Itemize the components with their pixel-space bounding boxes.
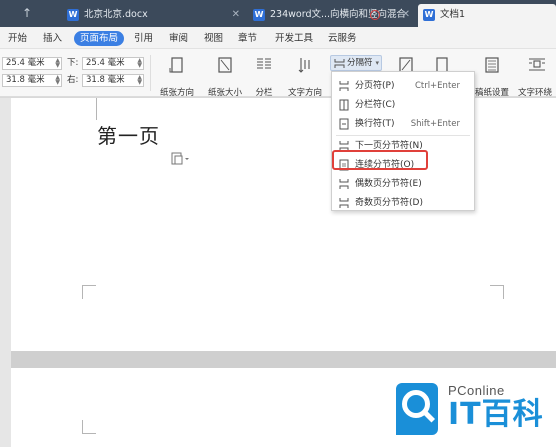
tab-document-3[interactable]: W 文档1: [418, 4, 556, 27]
text-direction-label: 文字方向: [287, 88, 322, 98]
text-direction-button[interactable]: 文字方向: [283, 56, 327, 98]
orientation-button[interactable]: 纸张方向: [153, 56, 201, 98]
page-break-icon: [334, 59, 345, 68]
text-wrap-icon: [529, 58, 545, 71]
text-wrap-button[interactable]: 文字环绕: [518, 56, 556, 98]
spinner-icon[interactable]: ▲ ▼: [55, 75, 60, 86]
column-break-item[interactable]: 分栏符(C): [332, 96, 474, 114]
spinner-icon[interactable]: ▲ ▼: [55, 58, 60, 69]
watermark-brand: PConline: [448, 383, 505, 398]
margin-corner-mark: [82, 285, 96, 299]
margin-corner-mark: [83, 98, 97, 120]
top-margin-value: 25.4 毫米: [6, 58, 45, 68]
orientation-label: 纸张方向: [159, 88, 194, 98]
margin-corner-mark: [490, 285, 504, 299]
menu-item-label: 换行符(T): [355, 119, 395, 129]
menu-item-label: 奇数页分节符(D): [355, 198, 423, 208]
spinner-icon[interactable]: ▲ ▼: [137, 58, 142, 69]
tab-label: 234word文...向横向和竖向混合: [270, 9, 407, 20]
shortcut-label: Shift+Enter: [410, 119, 460, 129]
even-page-section-break-item[interactable]: 偶数页分节符(E): [332, 175, 474, 193]
magnifier-logo-icon: [396, 383, 438, 435]
manuscript-label: 稿纸设置: [474, 88, 509, 98]
paper-orientation-icon: [169, 57, 183, 73]
text-direction-icon: [298, 58, 310, 73]
odd-page-break-icon: [339, 198, 349, 208]
right-margin-label: 右:: [67, 75, 79, 85]
watermark-title: IT百科: [448, 397, 544, 432]
menu-home[interactable]: 开始: [8, 31, 27, 46]
close-icon[interactable]: ✕: [402, 4, 410, 26]
menu-item-label: 分栏符(C): [355, 100, 396, 110]
menu-developer[interactable]: 开发工具: [275, 31, 313, 46]
right-margin-value: 31.8 毫米: [86, 75, 125, 85]
line-break-icon: [339, 118, 349, 130]
manuscript-grid-icon: [485, 57, 499, 73]
word-file-icon: W: [423, 9, 435, 21]
odd-page-section-break-item[interactable]: 奇数页分节符(D): [332, 194, 474, 212]
bottom-margin-label: 下:: [67, 58, 79, 68]
document-text[interactable]: 第一页: [97, 120, 160, 149]
breaks-label: 分隔符: [347, 58, 373, 68]
breaks-dropdown-menu: 分页符(P) Ctrl+Enter 分栏符(C) 换行符(T) Shift+En…: [331, 71, 475, 211]
menu-review[interactable]: 审阅: [169, 31, 188, 46]
tab-label: 北京北京.docx: [84, 9, 148, 20]
menu-view[interactable]: 视图: [204, 31, 223, 46]
paper-size-icon: [218, 57, 232, 73]
bottom-margin-value: 25.4 毫米: [86, 58, 125, 68]
paste-options-icon[interactable]: [171, 151, 191, 165]
menu-page-layout[interactable]: 页面布局: [74, 31, 125, 46]
shortcut-label: Ctrl+Enter: [414, 81, 460, 91]
left-margin-value: 31.8 毫米: [6, 75, 45, 85]
even-page-break-icon: [339, 179, 349, 189]
menu-references[interactable]: 引用: [134, 31, 153, 46]
red-highlight-box: [332, 150, 428, 170]
menu-separator: [336, 135, 470, 136]
dropdown-arrow-icon: ▾: [375, 59, 379, 67]
tab-document-2[interactable]: W 234word文...向横向和竖向混合 ✕: [248, 4, 414, 27]
columns-icon: [257, 58, 271, 69]
text-wrap-label: 文字环绕: [518, 88, 553, 98]
bottom-margin-input[interactable]: 25.4 毫米 ▲ ▼: [82, 57, 144, 70]
menu-item-label: 偶数页分节符(E): [355, 179, 422, 189]
unsaved-indicator-icon: [370, 10, 380, 20]
menu-insert[interactable]: 插入: [43, 31, 62, 46]
spinner-icon[interactable]: ▲ ▼: [137, 75, 142, 86]
page-break-item[interactable]: 分页符(P) Ctrl+Enter: [332, 77, 474, 95]
tab-document-1[interactable]: W 北京北京.docx ✕: [62, 4, 244, 27]
menu-cloud[interactable]: 云服务: [328, 31, 357, 46]
breaks-button[interactable]: 分隔符 ▾: [330, 55, 382, 71]
menu-chapter[interactable]: 章节: [238, 31, 257, 46]
word-file-icon: W: [253, 9, 265, 21]
top-margin-input[interactable]: 25.4 毫米 ▲ ▼: [2, 57, 62, 70]
word-file-icon: W: [67, 9, 79, 21]
pconline-watermark: PConline IT百科: [396, 383, 556, 447]
left-margin-input[interactable]: 31.8 毫米 ▲ ▼: [2, 74, 62, 87]
close-icon[interactable]: ✕: [232, 4, 240, 26]
divider: [150, 55, 151, 91]
right-margin-input[interactable]: 31.8 毫米 ▲ ▼: [82, 74, 144, 87]
page-break-icon: [339, 81, 349, 91]
title-tab-bar: ↑ W 北京北京.docx ✕ W 234word文...向横向和竖向混合 ✕ …: [0, 0, 556, 27]
column-break-icon: [339, 99, 349, 111]
columns-label: 分栏: [255, 88, 273, 98]
manuscript-settings-button[interactable]: 稿纸设置: [470, 56, 514, 98]
ribbon-menu-bar: 开始 插入 页面布局 引用 审阅 视图 章节 开发工具 云服务: [0, 27, 556, 49]
paper-size-button[interactable]: 纸张大小: [202, 56, 248, 98]
margin-corner-mark: [82, 420, 96, 434]
back-arrow-icon[interactable]: ↑: [22, 6, 36, 20]
tab-label: 文档1: [440, 9, 466, 20]
menu-item-label: 分页符(P): [355, 81, 395, 91]
columns-button[interactable]: 分栏: [249, 56, 279, 98]
paper-size-label: 纸张大小: [207, 88, 242, 98]
page-gap: [11, 351, 556, 368]
line-break-item[interactable]: 换行符(T) Shift+Enter: [332, 115, 474, 133]
